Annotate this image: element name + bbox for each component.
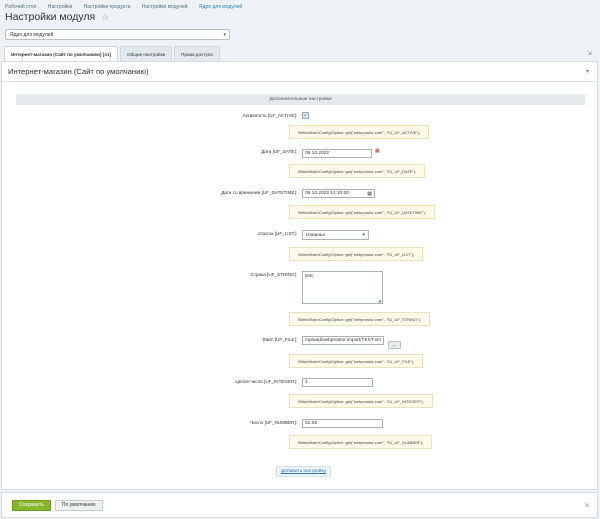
field-label: Активность [UF_ACTIVE]: (242, 113, 298, 118)
page-title: Настройки модуля ☆ (5, 11, 109, 23)
checkbox-box: ✓ (302, 112, 309, 119)
chevron-right-icon: › (77, 4, 79, 10)
option-code: \Bitrix\Main\Config\Option::get("webpros… (289, 435, 433, 449)
integer-input[interactable]: 1 (302, 378, 373, 387)
module-select[interactable]: Ядро для модулей ▾ (5, 29, 230, 40)
field-label: Целое число [UF_INTEGER]: (235, 379, 297, 384)
list-select[interactable]: Новинка ▾ (302, 230, 369, 240)
module-select-value: Ядро для модулей (10, 31, 54, 38)
panel-header: Интернет-магазин (Сайт по умолчанию) ▾ (2, 62, 597, 82)
field-row-string: Строка [UF_STRING]: test ◢ \Bitrix\Main\… (2, 269, 599, 326)
datetime-input[interactable]: 05.10.2022 12:10:00 ▦ (302, 189, 375, 198)
tab-bar: Интернет-магазин (Сайт по умолчанию) [s1… (4, 46, 220, 61)
option-code: \Bitrix\Main\Config\Option::get("webpros… (289, 394, 433, 408)
field-label: Список [UF_LIST]: (258, 231, 297, 236)
chevron-down-icon: ▾ (223, 31, 226, 38)
add-setting-link[interactable]: Добавить настройку (276, 466, 332, 477)
check-icon: ✓ (303, 112, 308, 119)
chevron-down-icon: ▾ (362, 232, 365, 238)
option-code: \Bitrix\Main\Config\Option::get("webpros… (289, 125, 430, 139)
option-code: \Bitrix\Main\Config\Option::get("webpros… (289, 354, 424, 368)
footer-bar: Сохранить По умолчанию ⇲ (1, 492, 598, 518)
save-button[interactable]: Сохранить (12, 499, 51, 511)
tab-store[interactable]: Интернет-магазин (Сайт по умолчанию) [s1… (4, 46, 119, 61)
field-label: Файл [UF_FILE]: (262, 337, 297, 342)
chevron-right-icon: › (41, 4, 43, 10)
collapse-icon[interactable]: ▾ (586, 68, 589, 75)
active-checkbox[interactable]: ✓ (302, 112, 309, 119)
option-code: \Bitrix\Main\Config\Option::get("webpros… (289, 164, 426, 178)
field-label: Дата [UF_DATE]: (261, 149, 297, 154)
tab-general-settings[interactable]: Общие настройки (120, 46, 173, 61)
string-value: test (305, 274, 313, 279)
option-code: \Bitrix\Main\Config\Option::get("webpros… (289, 205, 435, 219)
breadcrumb-item-settings[interactable]: Настройки (48, 4, 73, 10)
breadcrumb-item-desktop[interactable]: Рабочий стол (5, 4, 36, 10)
option-code: \Bitrix\Main\Config\Option::get("webpros… (289, 312, 431, 326)
date-input[interactable]: 05.10.2022 (302, 149, 372, 158)
chevron-right-icon: › (135, 4, 137, 10)
settings-panel: Интернет-магазин (Сайт по умолчанию) ▾ Д… (1, 61, 598, 490)
option-code: \Bitrix\Main\Config\Option::get("webpros… (289, 247, 424, 261)
reset-default-button[interactable]: По умолчанию (54, 499, 103, 511)
page-title-text: Настройки модуля (5, 11, 96, 23)
field-label: Строка [UF_STRING]: (250, 272, 297, 277)
calendar-icon[interactable]: ▦ (367, 191, 372, 197)
list-select-value: Новинка (306, 232, 325, 238)
datetime-value: 05.10.2022 12:10:00 (305, 191, 350, 196)
field-label: Число [UF_NUMBER]: (250, 420, 297, 425)
star-icon[interactable]: ☆ (101, 12, 109, 23)
string-textarea[interactable]: test ◢ (302, 271, 383, 304)
number-input[interactable]: 31.05 (302, 419, 383, 428)
panel-title: Интернет-магазин (Сайт по умолчанию) (8, 67, 149, 76)
calendar-icon[interactable]: ▦ (375, 148, 380, 154)
pin-icon[interactable]: ⇲ (587, 50, 592, 57)
pin-icon[interactable]: ⇲ (584, 502, 589, 509)
breadcrumb-item-module-settings[interactable]: Настройки модулей (142, 4, 188, 10)
breadcrumb-item-core[interactable]: Ядро для модулей (199, 4, 242, 10)
field-label: Дата со временем [UF_DATETIME]: (221, 190, 297, 195)
browse-button[interactable]: ... (388, 341, 401, 349)
breadcrumb-item-product-settings[interactable]: Настройки продукта (84, 4, 131, 10)
file-path-input[interactable]: /upload/webprostor.import/TEST.xm (302, 336, 384, 345)
chevron-right-icon: › (192, 4, 194, 10)
tab-access-rights[interactable]: Права доступа (174, 46, 220, 61)
section-header: Дополнительные настройки (16, 94, 585, 105)
resize-handle-icon[interactable]: ◢ (378, 298, 381, 303)
